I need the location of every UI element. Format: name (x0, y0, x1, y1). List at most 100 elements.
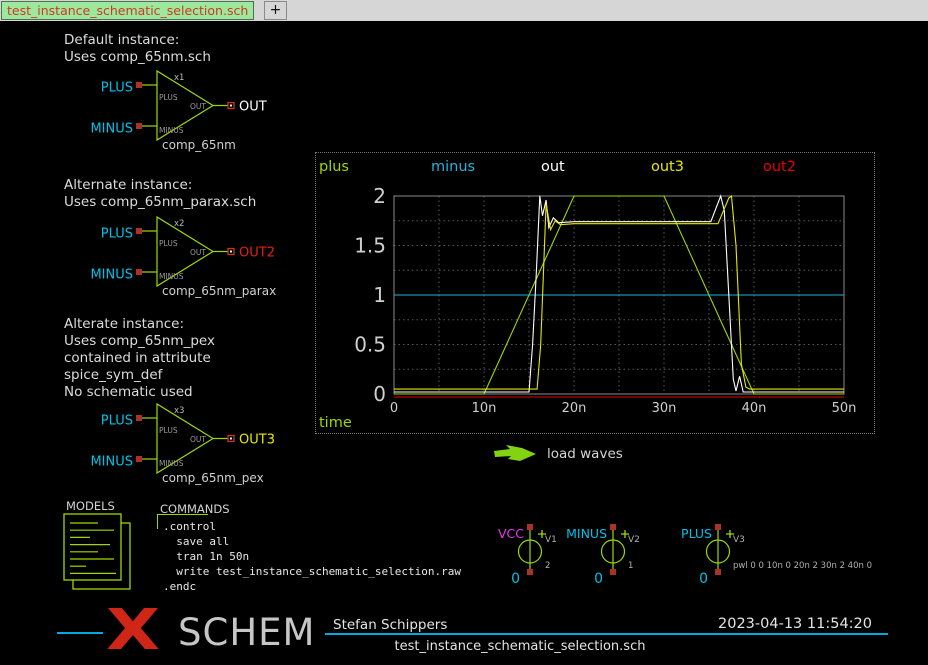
source-ref-designator: V1 (545, 535, 557, 545)
pin-square-minus[interactable] (136, 269, 142, 275)
x-tick-label: 10n (472, 401, 497, 416)
pin-name-plus: PLUS (159, 93, 178, 102)
source-net-label: PLUS (681, 526, 712, 541)
annotation-line: Uses comp_65nm_pex (64, 333, 215, 350)
legend-out3[interactable]: out3 (651, 159, 684, 175)
load-waves-label: load waves (547, 446, 623, 462)
pin-square-out-center (230, 251, 232, 253)
source-pin-top[interactable] (610, 524, 616, 530)
x-tick-label: 50n (832, 401, 857, 416)
comparator-2[interactable]: PLUS MINUS x2 PLUS MINUS OUT OUT2 comp_65nm_par… (88, 206, 348, 310)
legend-plus[interactable]: plus (319, 159, 349, 175)
source-gnd-net-label: 0 (594, 571, 603, 587)
pin-square-minus[interactable] (136, 456, 142, 462)
source-pin-bottom[interactable] (715, 569, 721, 575)
annotation-line: Alterate instance: (64, 316, 215, 333)
source-pin-top[interactable] (527, 524, 533, 530)
net-label-out: OUT3 (239, 433, 275, 448)
pin-name-plus: PLUS (159, 239, 178, 248)
logo-left-line (57, 632, 103, 634)
xschem-window: test_instance_schematic_selection.sch + … (0, 0, 928, 665)
source-net-label: VCC (498, 526, 524, 541)
symbol-name: comp_65nm_parax (162, 284, 276, 298)
instance-designator: x3 (174, 406, 184, 416)
tab-current-schematic[interactable]: test_instance_schematic_selection.sch (1, 1, 254, 20)
footer-filename: test_instance_schematic_selection.sch (315, 639, 725, 654)
trace-out3 (394, 196, 844, 389)
net-label-minus: MINUS (90, 268, 133, 283)
pin-name-out: OUT (190, 435, 206, 444)
models-icon-svg (62, 510, 142, 596)
legend-out2[interactable]: out2 (763, 159, 796, 175)
pin-name-minus: MINUS (159, 459, 184, 468)
y-tick-label: 1.5 (354, 234, 386, 258)
legend-minus[interactable]: minus (431, 159, 475, 175)
pin-name-plus: PLUS (159, 426, 178, 435)
instance-designator: x2 (174, 219, 184, 229)
instance-designator: x1 (174, 73, 184, 83)
y-tick-label: 1 (373, 283, 386, 307)
pin-name-minus: MINUS (159, 272, 184, 281)
source-value: 1 (628, 561, 633, 571)
pin-name-out: OUT (190, 248, 206, 257)
source-ref-designator: V3 (733, 535, 745, 545)
comparator-symbol-svg: PLUSMINUSx3PLUSMINUSOUTOUT3comp_65nm_pex (88, 393, 348, 493)
pin-square-plus[interactable] (136, 82, 142, 88)
arrow-shape (494, 445, 536, 461)
pin-square-minus[interactable] (136, 123, 142, 129)
source-gnd-net-label: 0 (511, 571, 520, 587)
pin-square-plus[interactable] (136, 415, 142, 421)
comparator-3[interactable]: PLUSMINUSx3PLUSMINUSOUTOUT3comp_65nm_pex (88, 393, 348, 497)
waveform-graph[interactable]: plusminusoutout3out2010n20n30n40n50n21.5… (315, 152, 875, 434)
net-label-plus: PLUS (101, 227, 133, 242)
y-tick-label: 0.5 (354, 333, 386, 357)
x-tick-label: 40n (742, 401, 767, 416)
annotation-line: Default instance: (64, 32, 211, 49)
net-label-out: OUT (239, 100, 267, 115)
source-v3[interactable]: PLUS V3 pwl 0 0 10n 0 20n 2 30n 2 40n 0 0 (670, 522, 885, 594)
annotation-line: contained in attribute (64, 350, 215, 367)
net-label-plus: PLUS (101, 414, 133, 429)
source-value: 2 (545, 561, 550, 571)
footer-author: Stefan Schippers (333, 617, 447, 633)
symbol-name: comp_65nm_pex (162, 471, 264, 485)
annotation-line: Alternate instance: (64, 177, 256, 194)
source-gnd-net-label: 0 (699, 571, 708, 587)
comparator-symbol-svg: PLUSMINUSx1PLUSMINUSOUTOUTcomp_65nm (88, 60, 348, 160)
source-pin-bottom[interactable] (527, 569, 533, 575)
y-tick-label: 2 (373, 184, 386, 208)
annotation-line: spice_sym_def (64, 367, 215, 384)
comparator-1[interactable]: PLUSMINUSx1PLUSMINUSOUTOUTcomp_65nm (88, 60, 348, 164)
voltage-source-svg: PLUS V3 pwl 0 0 10n 0 20n 2 30n 2 40n 0 0 (670, 522, 885, 590)
models-front-page (64, 514, 121, 580)
source-ref-designator: V2 (628, 535, 640, 545)
footer-datetime: 2023-04-13 11:54:20 (718, 616, 872, 632)
y-tick-label: 0 (373, 382, 386, 406)
source-pin-bottom[interactable] (610, 569, 616, 575)
source-pin-top[interactable] (715, 524, 721, 530)
models-document-icon[interactable] (62, 510, 142, 600)
load-waves-arrow-icon (493, 444, 539, 464)
net-label-minus: MINUS (90, 122, 133, 137)
new-tab-button[interactable]: + (264, 1, 287, 20)
pin-square-out-center (230, 105, 232, 107)
x-tick-label: 30n (652, 401, 677, 416)
legend-out[interactable]: out (541, 159, 565, 175)
graph-svg: plusminusoutout3out2010n20n30n40n50n21.5… (316, 153, 874, 433)
pin-square-out-center (230, 438, 232, 440)
comparator-symbol-svg: PLUS MINUS x2 PLUS MINUS OUT OUT2 comp_65nm_par… (88, 206, 348, 306)
net-label-out: OUT2 (239, 246, 275, 261)
source-net-label: MINUS (566, 526, 607, 541)
load-waves-launcher[interactable]: load waves (493, 444, 623, 464)
annotation-pex-instance: Alterate instance: Uses comp_65nm_pex co… (64, 316, 215, 401)
pin-name-minus: MINUS (159, 126, 184, 135)
source-value: pwl 0 0 10n 0 20n 2 30n 2 40n 0 (733, 561, 872, 571)
commands-code[interactable]: .control save all tran 1n 50n write test… (163, 519, 461, 594)
x-axis-title: time (319, 415, 352, 431)
symbol-name: comp_65nm (162, 138, 236, 152)
xschem-logo-x: X (106, 598, 160, 663)
tab-bar: test_instance_schematic_selection.sch + (0, 0, 928, 21)
pin-name-out: OUT (190, 102, 206, 111)
pin-square-plus[interactable] (136, 228, 142, 234)
xschem-logo-text: SCHEM (178, 611, 315, 654)
